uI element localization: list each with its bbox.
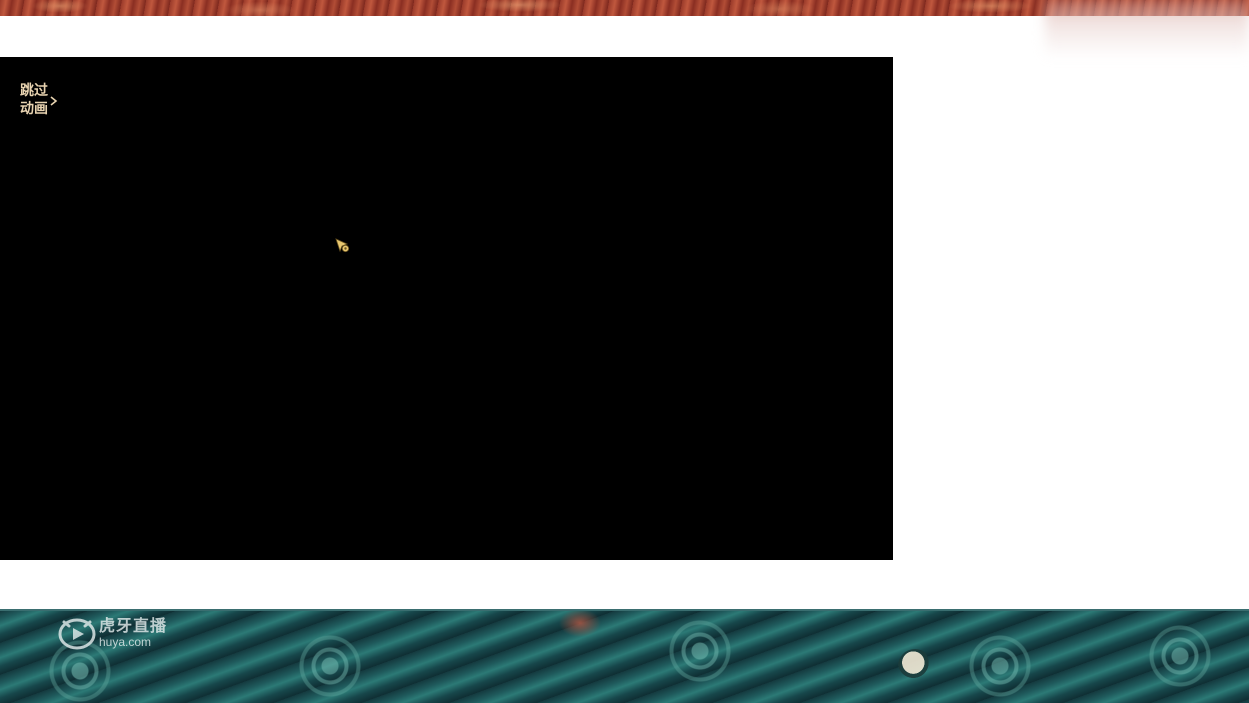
skip-label-line1: 跳过	[20, 82, 48, 99]
pointer-cursor-icon	[335, 238, 351, 254]
skip-arrow-icon	[50, 96, 58, 106]
huya-domain: huya.com	[99, 635, 152, 649]
huya-name-cn: 虎牙直播	[99, 616, 168, 635]
blurred-overlay	[1045, 0, 1249, 58]
huya-logo-icon	[58, 618, 96, 650]
video-player[interactable]: 跳过 动画	[0, 57, 893, 560]
skip-label-line2: 动画	[20, 100, 48, 117]
huya-watermark: 虎牙直播 huya.com	[58, 616, 167, 650]
skip-animation-button[interactable]: 跳过 动画	[18, 79, 58, 119]
page: 跳过 动画 虎牙直播 huya.com	[0, 0, 1249, 703]
skip-animation-icon: 跳过 动画	[20, 82, 58, 117]
decorative-face	[898, 649, 932, 683]
bottom-decorative-banner: 虎牙直播 huya.com	[0, 609, 1249, 703]
